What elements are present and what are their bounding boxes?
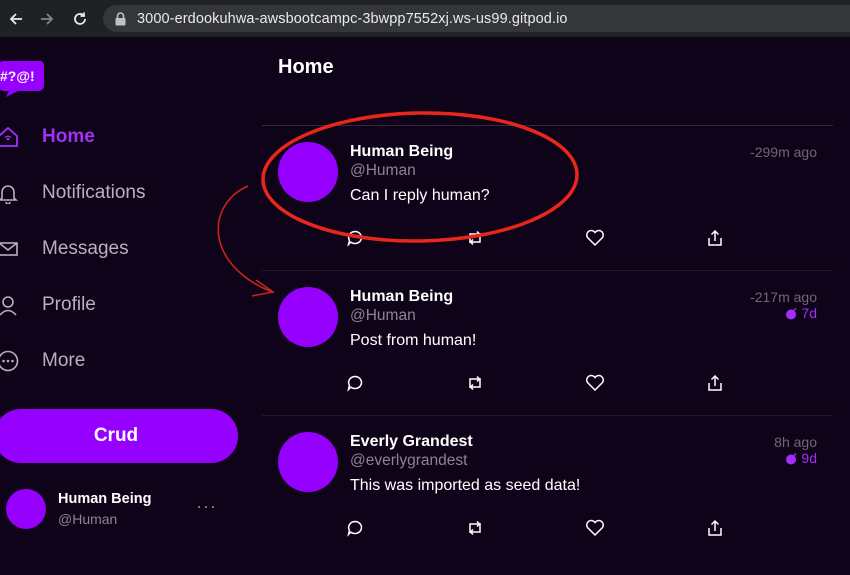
avatar[interactable] (278, 142, 338, 202)
sidebar-item-more[interactable]: More (0, 341, 240, 381)
activity-handle[interactable]: @everlygrandest (350, 452, 467, 470)
repost-icon (469, 230, 481, 246)
more-circle-icon (0, 350, 19, 372)
forward-button[interactable] (33, 0, 61, 37)
share-button[interactable] (704, 517, 726, 539)
profile-more-button[interactable]: ··· (196, 496, 217, 517)
heart-icon (586, 229, 604, 247)
activity-message: This was imported as seed data! (350, 477, 581, 494)
activity-expires: 9d (785, 450, 817, 466)
activity-item[interactable]: Human Being @Human Can I reply human? -2… (262, 126, 833, 271)
reply-button[interactable] (344, 372, 366, 394)
home-icon (0, 126, 19, 148)
repost-button[interactable] (464, 372, 486, 394)
share-button[interactable] (704, 372, 726, 394)
main-feed: Home Human Being @Human Can I reply huma… (262, 37, 850, 575)
envelope-icon (0, 238, 19, 260)
bell-icon (0, 182, 19, 204)
sidebar-item-label: Home (42, 126, 95, 147)
activity-time: -299m ago (750, 144, 817, 160)
profile-card[interactable]: Human Being @Human ··· (6, 487, 236, 529)
activity-handle[interactable]: @Human (350, 162, 416, 180)
heart-icon (586, 374, 604, 392)
repost-button[interactable] (464, 227, 486, 249)
like-button[interactable] (584, 227, 606, 249)
avatar[interactable] (278, 287, 338, 347)
activity-actions (344, 227, 744, 249)
sidebar-item-label: Notifications (42, 182, 146, 203)
activity-message: Can I reply human? (350, 187, 490, 204)
activity-display-name[interactable]: Human Being (350, 288, 453, 306)
activity-display-name[interactable]: Human Being (350, 143, 453, 161)
activity-expires: 7d (785, 305, 817, 321)
heart-icon (586, 519, 604, 537)
reload-icon (74, 12, 86, 25)
lock-icon (115, 11, 129, 27)
sidebar-item-messages[interactable]: Messages (0, 229, 240, 269)
sidebar: #?@! Home Notifications Messages Profile (0, 37, 262, 575)
crud-button[interactable]: Crud (0, 409, 238, 463)
page-title: Home (278, 56, 334, 78)
share-icon (708, 519, 722, 536)
repost-icon (469, 520, 481, 536)
app-logo[interactable]: #?@! (0, 59, 44, 97)
sidebar-item-profile[interactable]: Profile (0, 285, 240, 325)
activity-handle[interactable]: @Human (350, 307, 416, 325)
like-button[interactable] (584, 517, 606, 539)
sidebar-item-label: Messages (42, 238, 129, 259)
reply-icon (347, 520, 363, 537)
browser-toolbar: 3000-erdookuhwa-awsbootcampc-3bwpp7552xj… (0, 0, 850, 37)
expires-text: 9d (801, 450, 817, 466)
activity-feed: Human Being @Human Can I reply human? -2… (262, 125, 833, 561)
activity-actions (344, 517, 744, 539)
avatar (6, 489, 46, 529)
activity-display-name[interactable]: Everly Grandest (350, 433, 473, 451)
repost-icon (469, 375, 481, 391)
profile-handle: @Human (58, 511, 118, 527)
arrow-left-icon (9, 12, 22, 25)
profile-name: Human Being (58, 491, 152, 507)
activity-actions (344, 372, 744, 394)
bomb-icon (786, 307, 797, 319)
reload-button[interactable] (66, 0, 94, 37)
sidebar-item-home[interactable]: Home (0, 117, 240, 157)
like-button[interactable] (584, 372, 606, 394)
back-button[interactable] (2, 0, 30, 37)
activity-item[interactable]: Human Being @Human Post from human! -217… (262, 271, 833, 416)
activity-time: -217m ago (750, 289, 817, 305)
address-bar[interactable]: 3000-erdookuhwa-awsbootcampc-3bwpp7552xj… (103, 5, 850, 32)
arrow-right-icon (41, 12, 54, 25)
sidebar-item-notifications[interactable]: Notifications (0, 173, 240, 213)
activity-message: Post from human! (350, 332, 477, 349)
sidebar-item-label: Profile (42, 294, 96, 315)
repost-button[interactable] (464, 517, 486, 539)
activity-item[interactable]: Everly Grandest @everlygrandest This was… (262, 416, 833, 561)
expires-text: 7d (801, 305, 817, 321)
activity-time: 8h ago (774, 434, 817, 450)
share-button[interactable] (704, 227, 726, 249)
reply-icon (347, 230, 363, 247)
reply-icon (347, 375, 363, 392)
logo-text: #?@! (0, 68, 35, 84)
reply-button[interactable] (344, 517, 366, 539)
reply-button[interactable] (344, 227, 366, 249)
sidebar-item-label: More (42, 350, 86, 371)
user-icon (0, 294, 19, 316)
share-icon (708, 229, 722, 246)
url-text: 3000-erdookuhwa-awsbootcampc-3bwpp7552xj… (137, 10, 568, 27)
avatar[interactable] (278, 432, 338, 492)
share-icon (708, 374, 722, 391)
bomb-icon (786, 452, 797, 464)
